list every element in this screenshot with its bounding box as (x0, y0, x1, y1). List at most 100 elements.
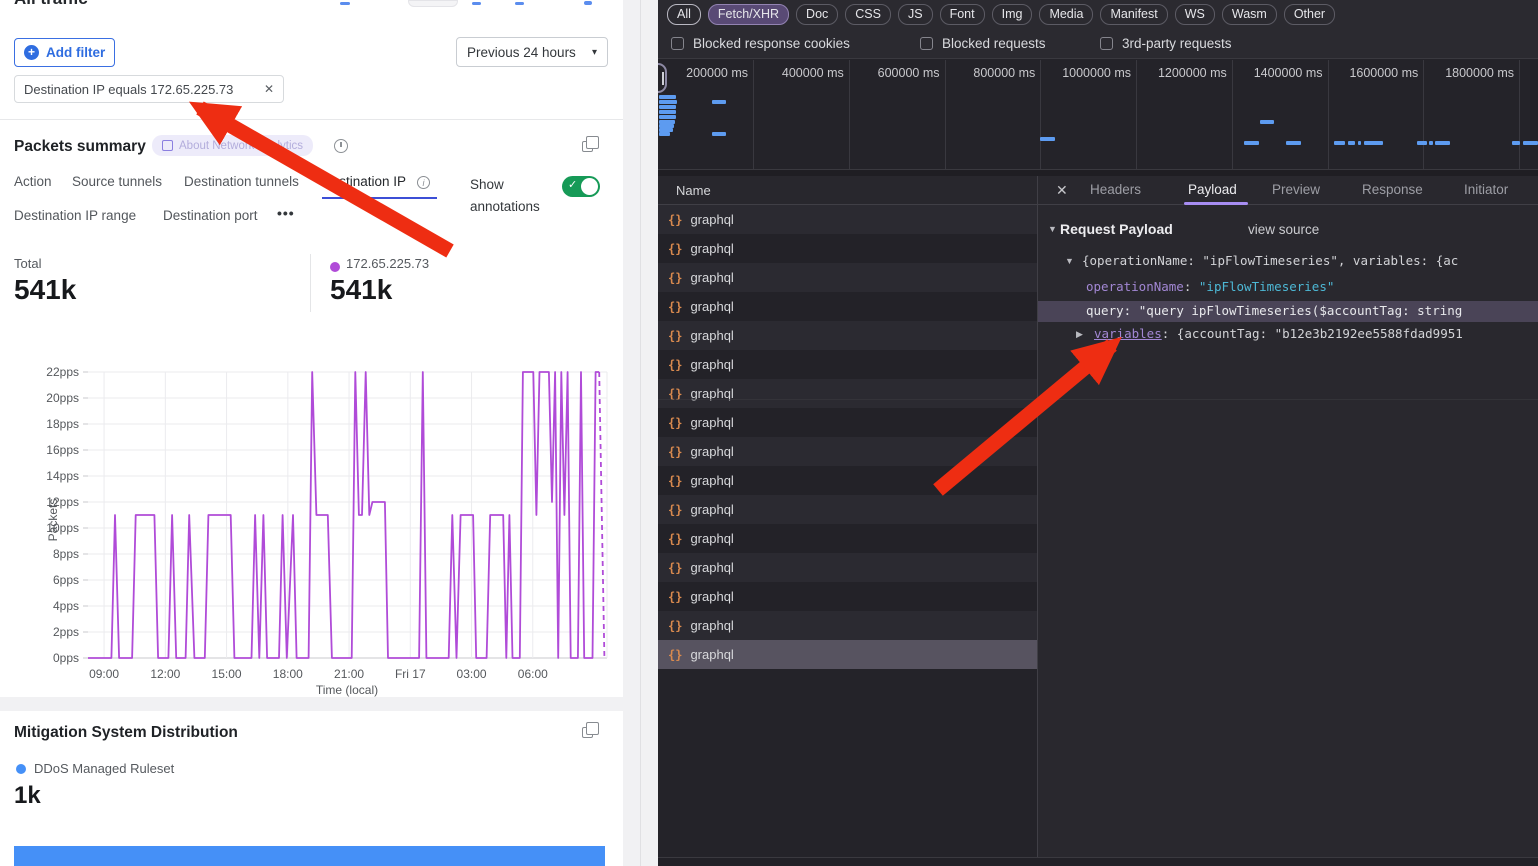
filter-pill-font[interactable]: Font (940, 4, 985, 25)
mitigation-bar (14, 846, 605, 866)
page-title: All traffic (14, 0, 88, 9)
total-value: 541k (14, 274, 76, 306)
payload-preview-text: {operationName: "ipFlowTimeseries", vari… (1082, 253, 1458, 268)
payload-operationname-row[interactable]: operationName: "ipFlowTimeseries" (1038, 277, 1538, 298)
payload-variables-row[interactable]: ▶ variables: {accountTag: "b12e3b2192ee5… (1038, 324, 1538, 345)
request-row[interactable]: {}graphql (658, 553, 1037, 582)
info-icon[interactable]: i (417, 176, 430, 189)
request-row[interactable]: {}graphql (658, 524, 1037, 553)
checkbox-3rd-party-requests[interactable] (1100, 37, 1113, 50)
network-overview-timeline[interactable]: 200000 ms400000 ms600000 ms800000 ms1000… (658, 60, 1538, 170)
detail-tab-headers[interactable]: Headers (1090, 182, 1141, 197)
payload-query-row[interactable]: query: "query ipFlowTimeseries($accountT… (1038, 301, 1538, 322)
request-row[interactable]: {}graphql (658, 466, 1037, 495)
page-root: All traffic + Add filter Previous 24 hou… (0, 0, 1538, 866)
request-row[interactable]: {}graphql (658, 205, 1037, 234)
filter-pill-manifest[interactable]: Manifest (1100, 4, 1167, 25)
filter-pill-media[interactable]: Media (1039, 4, 1093, 25)
divider (0, 119, 623, 120)
request-row[interactable]: {}graphql (658, 640, 1037, 669)
tab-destination-ip[interactable]: Destination IP (322, 174, 406, 189)
network-filter-bar: All Fetch/XHR Doc CSS JS Font Img Media Manifest… (658, 0, 1538, 29)
filter-chip[interactable]: Destination IP equals 172.65.225.73 ✕ (14, 75, 284, 103)
timeline-tick-label: 1600000 ms (1326, 66, 1418, 80)
filter-pill-other[interactable]: Other (1284, 4, 1335, 25)
about-network-analytics-badge[interactable]: About Network Analytics (152, 135, 313, 156)
network-checkbox-row: Blocked response cookiesBlocked requests… (658, 29, 1538, 59)
tab-destination-tunnels[interactable]: Destination tunnels (184, 174, 299, 189)
request-list: Name {}graphql{}graphql{}graphql{}graphq… (658, 176, 1038, 866)
braces-icon: {} (668, 358, 682, 372)
detail-tab-preview[interactable]: Preview (1272, 182, 1320, 197)
filter-pill-wasm[interactable]: Wasm (1222, 4, 1277, 25)
payload-sep: : (1124, 303, 1139, 318)
filter-pill-img[interactable]: Img (992, 4, 1033, 25)
payload-value: "ipFlowTimeseries" (1199, 279, 1334, 294)
request-row[interactable]: {}graphql (658, 495, 1037, 524)
close-icon[interactable]: ✕ (1056, 182, 1068, 199)
badge-label: About Network Analytics (179, 140, 303, 152)
svg-text:2pps: 2pps (53, 625, 79, 639)
more-tabs-button[interactable]: ••• (277, 205, 295, 221)
clipped-toolbar-fragment (584, 1, 592, 5)
request-row[interactable]: {}graphql (658, 234, 1037, 263)
request-row[interactable]: {}graphql (658, 611, 1037, 640)
request-timing-bar (659, 110, 676, 114)
active-detail-tab-underline (1184, 202, 1248, 205)
remove-filter-icon[interactable]: ✕ (264, 82, 274, 96)
tab-source-tunnels[interactable]: Source tunnels (72, 174, 162, 189)
tab-destination-port[interactable]: Destination port (163, 208, 258, 223)
name-column-header[interactable]: Name (658, 176, 1037, 205)
request-name: graphql (690, 589, 733, 604)
detail-tab-payload[interactable]: Payload (1188, 182, 1237, 197)
request-row[interactable]: {}graphql (658, 321, 1037, 350)
request-row[interactable]: {}graphql (658, 582, 1037, 611)
request-row[interactable]: {}graphql (658, 350, 1037, 379)
svg-text:20pps: 20pps (46, 391, 79, 405)
series-legend-dot (330, 262, 340, 272)
timeline-tick-label: 600000 ms (848, 66, 940, 80)
request-row[interactable]: {} graphql (658, 292, 1037, 321)
filter-pill-fetch-xhr[interactable]: Fetch/XHR (708, 4, 789, 25)
request-payload-header[interactable]: ▼ Request Payload view source (1038, 219, 1538, 240)
request-name: graphql (690, 560, 733, 575)
request-timing-bar (1429, 141, 1433, 145)
request-timing-bar (1334, 141, 1345, 145)
request-row[interactable]: {}graphql (658, 263, 1037, 292)
request-row[interactable]: {}graphql (658, 379, 1037, 408)
time-range-dropdown[interactable]: Previous 24 hours ▾ (456, 37, 608, 67)
request-name: graphql (690, 299, 733, 314)
payload-preview-row[interactable]: ▼ {operationName: "ipFlowTimeseries", va… (1038, 251, 1538, 272)
history-clock-icon[interactable] (334, 139, 348, 153)
filter-pill-ws[interactable]: WS (1175, 4, 1215, 25)
series-value: 541k (330, 274, 392, 306)
view-source-link[interactable]: view source (1248, 222, 1319, 237)
checkbox-blocked-requests[interactable] (920, 37, 933, 50)
copy-panel-icon[interactable] (582, 727, 593, 738)
add-filter-button[interactable]: + Add filter (14, 38, 115, 67)
checkbox-blocked-response-cookies[interactable] (671, 37, 684, 50)
svg-text:8pps: 8pps (53, 547, 79, 561)
show-annotations-toggle[interactable]: ✓ (562, 176, 600, 197)
filter-pill-all[interactable]: All (667, 4, 701, 25)
detail-tab-response[interactable]: Response (1362, 182, 1423, 197)
svg-text:22pps: 22pps (46, 365, 79, 379)
filter-pill-doc[interactable]: Doc (796, 4, 838, 25)
tab-action[interactable]: Action (14, 174, 52, 189)
request-name: graphql (690, 531, 733, 546)
mitigation-legend-label: DDoS Managed Ruleset (34, 761, 174, 776)
packets-summary-title: Packets summary (14, 138, 146, 156)
request-row[interactable]: {}graphql (658, 408, 1037, 437)
request-name: graphql (690, 415, 733, 430)
time-range-label: Previous 24 hours (467, 45, 576, 60)
tab-destination-ip-range[interactable]: Destination IP range (14, 208, 136, 223)
braces-icon: {} (668, 300, 682, 314)
timeline-tick-label: 2000000 ms (1518, 66, 1538, 80)
copy-panel-icon[interactable] (582, 141, 593, 152)
request-row[interactable]: {}graphql (658, 437, 1037, 466)
filter-pill-js[interactable]: JS (898, 4, 933, 25)
filter-pill-css[interactable]: CSS (845, 4, 891, 25)
triangle-right-icon: ▶ (1076, 329, 1083, 340)
detail-tab-initiator[interactable]: Initiator (1464, 182, 1508, 197)
svg-text:Time (local): Time (local) (316, 683, 378, 697)
